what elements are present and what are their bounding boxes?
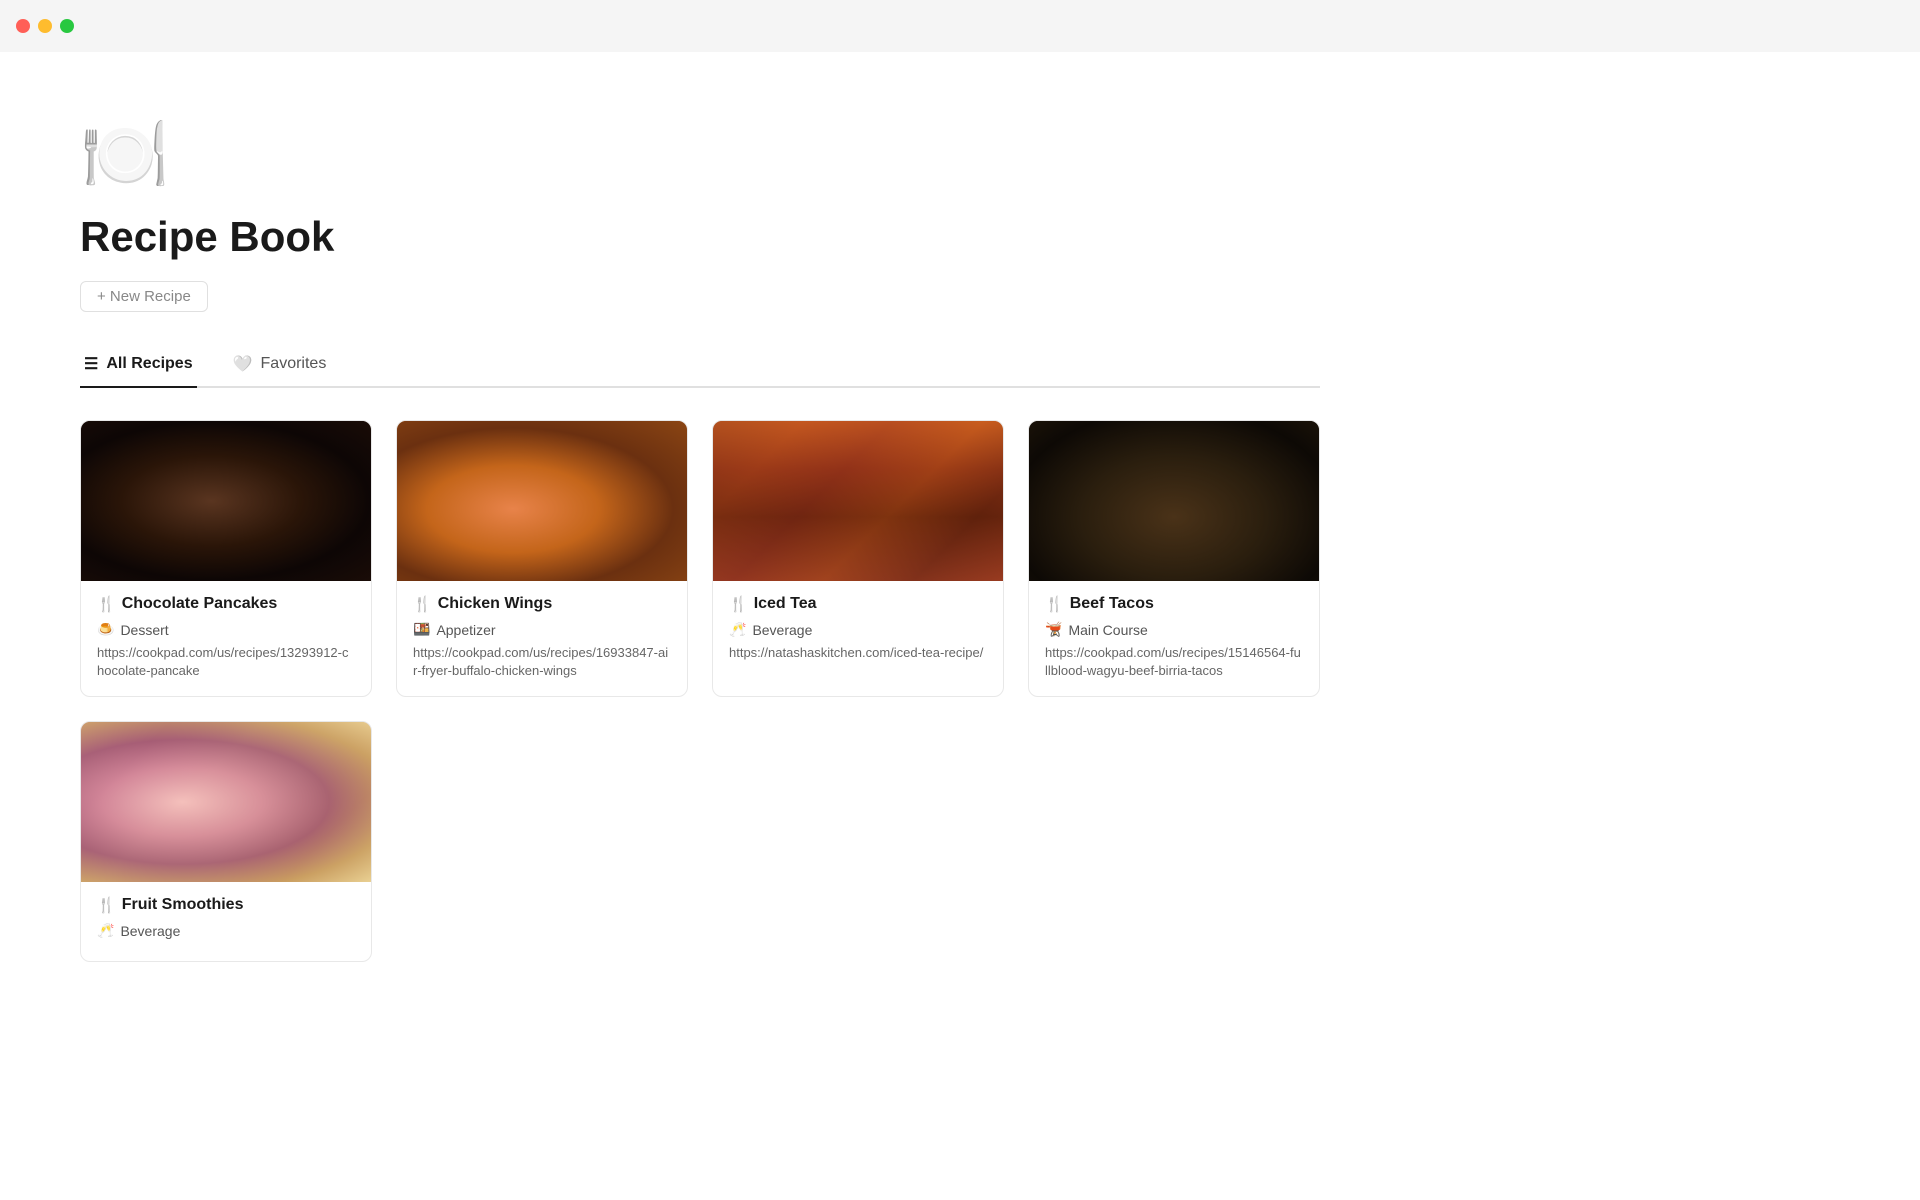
category-icon: 🫕 — [1045, 621, 1062, 638]
recipe-url-iced-tea[interactable]: https://natashaskitchen.com/iced-tea-rec… — [729, 644, 987, 662]
recipe-image-chocolate-pancakes — [81, 421, 371, 581]
recipe-card-chicken-wings[interactable]: 🍴Chicken Wings 🍱Appetizer https://cookpad.… — [396, 420, 688, 697]
recipe-card-body-fruit-smoothies: 🍴Fruit Smoothies 🥂Beverage — [81, 882, 371, 961]
category-icon: 🥂 — [97, 922, 114, 939]
category-icon: 🍱 — [413, 621, 430, 638]
close-button[interactable] — [16, 19, 30, 33]
recipe-card-body-chocolate-pancakes: 🍴Chocolate Pancakes 🍮Dessert https://cookp… — [81, 581, 371, 696]
heart-icon: 🤍 — [233, 354, 253, 374]
new-recipe-button[interactable]: + New Recipe — [80, 281, 208, 312]
recipe-category-chocolate-pancakes: 🍮Dessert — [97, 621, 355, 638]
fork-icon: 🍴 — [97, 896, 116, 914]
recipe-url-beef-tacos[interactable]: https://cookpad.com/us/recipes/15146564-… — [1045, 644, 1303, 680]
tabs-container: ☰ All Recipes 🤍 Favorites — [80, 344, 1320, 388]
page-icon: 🍽️ — [80, 112, 1320, 197]
recipe-name-beef-tacos: 🍴Beef Tacos — [1045, 595, 1303, 613]
recipe-name-chocolate-pancakes: 🍴Chocolate Pancakes — [97, 595, 355, 613]
recipe-card-beef-tacos[interactable]: 🍴Beef Tacos 🫕Main Course https://cookpad.c… — [1028, 420, 1320, 697]
category-icon: 🍮 — [97, 621, 114, 638]
recipe-card-fruit-smoothies[interactable]: 🍴Fruit Smoothies 🥂Beverage — [80, 721, 372, 962]
recipe-category-iced-tea: 🥂Beverage — [729, 621, 987, 638]
category-icon: 🥂 — [729, 621, 746, 638]
fork-icon: 🍴 — [729, 595, 748, 613]
page-title: Recipe Book — [80, 213, 1320, 261]
fork-icon: 🍴 — [97, 595, 116, 613]
recipe-image-chicken-wings — [397, 421, 687, 581]
recipe-card-chocolate-pancakes[interactable]: 🍴Chocolate Pancakes 🍮Dessert https://cookp… — [80, 420, 372, 697]
titlebar — [0, 0, 1920, 52]
recipe-image-beef-tacos — [1029, 421, 1319, 581]
recipe-category-beef-tacos: 🫕Main Course — [1045, 621, 1303, 638]
list-icon: ☰ — [84, 354, 98, 374]
recipe-url-chicken-wings[interactable]: https://cookpad.com/us/recipes/16933847-… — [413, 644, 671, 680]
fork-icon: 🍴 — [413, 595, 432, 613]
recipe-name-chicken-wings: 🍴Chicken Wings — [413, 595, 671, 613]
recipe-card-body-chicken-wings: 🍴Chicken Wings 🍱Appetizer https://cookpad.… — [397, 581, 687, 696]
tab-all-recipes[interactable]: ☰ All Recipes — [80, 344, 197, 388]
recipe-card-body-beef-tacos: 🍴Beef Tacos 🫕Main Course https://cookpad.c… — [1029, 581, 1319, 696]
fork-icon: 🍴 — [1045, 595, 1064, 613]
recipe-url-chocolate-pancakes[interactable]: https://cookpad.com/us/recipes/13293912-… — [97, 644, 355, 680]
recipe-image-fruit-smoothies — [81, 722, 371, 882]
maximize-button[interactable] — [60, 19, 74, 33]
tab-favorites[interactable]: 🤍 Favorites — [229, 344, 331, 388]
recipe-name-iced-tea: 🍴Iced Tea — [729, 595, 987, 613]
recipe-category-chicken-wings: 🍱Appetizer — [413, 621, 671, 638]
tab-favorites-label: Favorites — [261, 355, 327, 373]
recipe-card-body-iced-tea: 🍴Iced Tea 🥂Beverage https://natashaskitche… — [713, 581, 1003, 678]
recipe-category-fruit-smoothies: 🥂Beverage — [97, 922, 355, 939]
recipe-card-iced-tea[interactable]: 🍴Iced Tea 🥂Beverage https://natashaskitche… — [712, 420, 1004, 697]
minimize-button[interactable] — [38, 19, 52, 33]
tab-all-recipes-label: All Recipes — [106, 355, 192, 373]
recipe-grid: 🍴Chocolate Pancakes 🍮Dessert https://cookp… — [80, 420, 1320, 962]
main-content: 🍽️ Recipe Book + New Recipe ☰ All Recipe… — [0, 52, 1400, 1022]
recipe-name-fruit-smoothies: 🍴Fruit Smoothies — [97, 896, 355, 914]
recipe-image-iced-tea — [713, 421, 1003, 581]
